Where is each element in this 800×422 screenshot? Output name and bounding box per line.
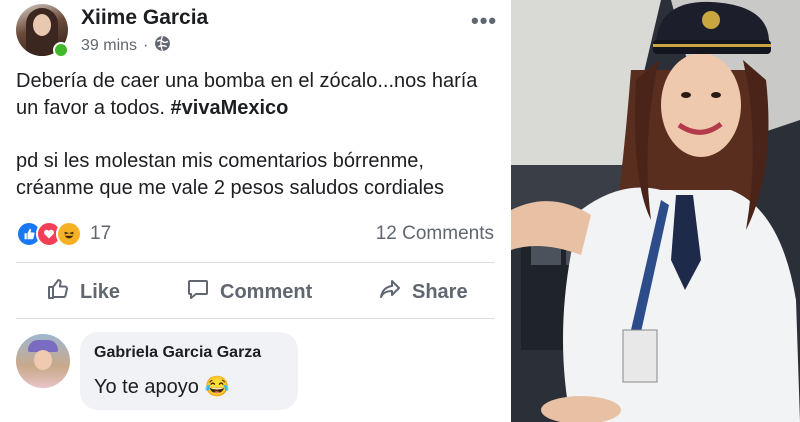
commenter-avatar[interactable] [16,334,70,388]
comment-bubble-icon [186,277,210,307]
like-button[interactable]: Like [46,270,120,314]
hashtag-link[interactable]: #vivaMexico [171,97,289,119]
post-actions-bar: Like Comment Share [0,270,510,314]
post-body: Debería de caer una bomba en el zócalo..… [16,68,502,202]
share-arrow-icon [378,277,402,307]
share-button[interactable]: Share [378,270,468,314]
post-text-paragraph-1: Debería de caer una bomba en el zócalo..… [16,68,502,122]
comment-author-name[interactable]: Gabriela Garcia Garza [94,344,261,362]
avatar-face [33,14,51,36]
divider-top [16,262,494,263]
post-time[interactable]: 39 mins [81,37,137,55]
haha-icon [56,221,82,247]
post-author-name[interactable]: Xiime Garcia [81,6,208,30]
more-options-icon[interactable]: ••• [471,8,497,34]
facebook-post: Xiime Garcia 39 mins · ••• Debería de ca… [0,0,510,422]
thumbs-up-icon [46,277,70,307]
pilot-photo-illustration [511,0,800,422]
share-label: Share [412,280,468,303]
comment-button[interactable]: Comment [186,270,312,314]
comment-label: Comment [220,280,313,303]
divider-bottom [16,318,494,319]
comment-bubble: Gabriela Garcia Garza Yo te apoyo 😂 [80,332,298,410]
reactions-summary[interactable]: 17 [16,221,111,247]
post-meta: 39 mins · [81,35,171,57]
comments-count-link[interactable]: 12 Comments [376,223,494,245]
like-label: Like [80,280,121,303]
reaction-count: 17 [90,223,112,244]
meta-separator: · [143,37,149,54]
avatar-face [34,350,52,370]
comment-text: Yo te apoyo 😂 [94,376,230,398]
online-status-dot [53,42,69,58]
pilot-photo [511,0,800,422]
post-text-paragraph-2: pd si les molestan mis comentarios bórre… [16,150,445,199]
globe-icon [154,35,171,57]
